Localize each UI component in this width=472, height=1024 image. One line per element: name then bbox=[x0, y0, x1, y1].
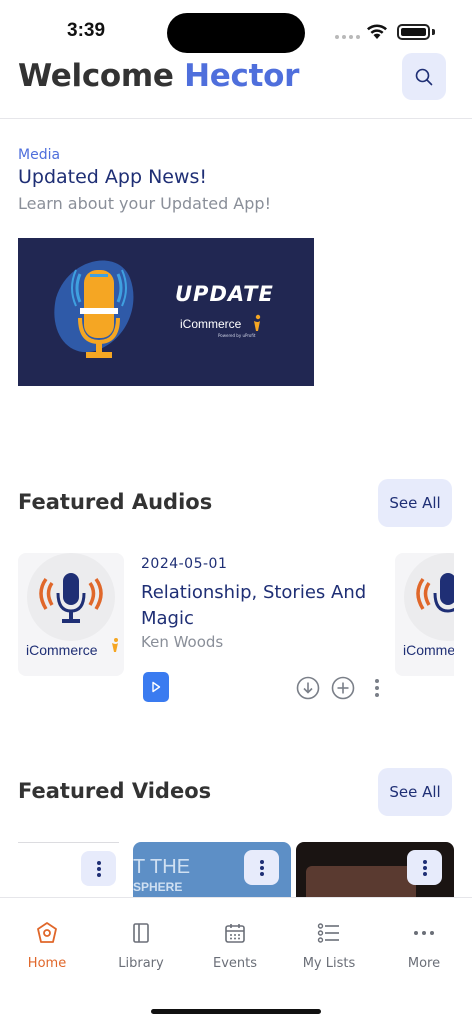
tab-label: My Lists bbox=[302, 956, 356, 971]
status-bar: 3:39 bbox=[0, 0, 472, 56]
microphone-icon bbox=[54, 260, 134, 358]
audio-thumbnail-next[interactable]: iComme bbox=[395, 553, 454, 676]
media-title[interactable]: Updated App News! bbox=[18, 166, 207, 188]
home-indicator bbox=[151, 1009, 321, 1014]
media-category: Media bbox=[18, 147, 61, 163]
search-button[interactable] bbox=[402, 53, 446, 100]
featured-audios-title: Featured Audios bbox=[18, 490, 213, 514]
play-button[interactable] bbox=[143, 672, 169, 702]
audio-thumb-brand-next: iComme bbox=[403, 642, 454, 658]
brand-logo-icon bbox=[112, 638, 118, 652]
add-circle-icon bbox=[331, 676, 355, 700]
tab-bar: Home Library Events My Lists More bbox=[0, 897, 472, 1024]
tab-more[interactable]: More bbox=[376, 898, 472, 988]
signal-icon bbox=[335, 35, 360, 39]
battery-icon bbox=[397, 24, 430, 40]
download-button[interactable] bbox=[296, 676, 320, 700]
banner-brand-sub: Powered by uProfit bbox=[218, 333, 256, 338]
tab-label: Home bbox=[27, 956, 67, 971]
media-banner-image[interactable]: UPDATE iCommerce Powered by uProfit bbox=[18, 238, 314, 386]
video-menu-button[interactable] bbox=[81, 851, 116, 886]
banner-brand: iCommerce bbox=[180, 317, 242, 331]
see-all-audios-button[interactable]: See All bbox=[378, 479, 452, 527]
wifi-icon bbox=[367, 24, 387, 39]
audio-more-button[interactable] bbox=[365, 676, 389, 700]
welcome-prefix: Welcome bbox=[18, 58, 174, 94]
tab-library[interactable]: Library bbox=[94, 898, 188, 988]
video-card[interactable] bbox=[18, 842, 119, 898]
tab-label: More bbox=[407, 956, 441, 971]
media-subtitle: Learn about your Updated App! bbox=[18, 194, 271, 213]
video-card[interactable]: T THE SPHERE bbox=[133, 842, 291, 898]
video-thumb-text: T THE bbox=[133, 856, 191, 878]
vertical-dots-icon bbox=[375, 679, 379, 697]
see-all-videos-button[interactable]: See All bbox=[378, 768, 452, 816]
download-icon bbox=[296, 676, 320, 700]
banner-headline: UPDATE bbox=[175, 282, 274, 306]
more-icon bbox=[411, 920, 437, 946]
podcast-mic-icon bbox=[27, 553, 115, 641]
video-thumb-text: SPHERE bbox=[133, 880, 183, 894]
brand-logo-icon bbox=[254, 314, 261, 331]
tab-label: Events bbox=[212, 956, 257, 971]
podcast-mic-icon bbox=[404, 553, 454, 641]
status-time: 3:39 bbox=[67, 20, 106, 41]
user-name: Hector bbox=[184, 58, 300, 94]
library-icon bbox=[128, 920, 154, 946]
audio-thumb-brand: iCommerce bbox=[26, 642, 98, 658]
play-icon bbox=[152, 681, 161, 693]
header: Welcome Hector bbox=[0, 53, 472, 119]
audio-artist: Ken Woods bbox=[141, 633, 224, 651]
video-menu-button[interactable] bbox=[407, 850, 442, 885]
battery-tip bbox=[432, 29, 435, 35]
video-thumbnail-image bbox=[306, 866, 416, 898]
vertical-dots-icon bbox=[422, 859, 427, 876]
video-card[interactable] bbox=[296, 842, 454, 898]
tab-label: Library bbox=[118, 956, 164, 971]
list-icon bbox=[316, 920, 342, 946]
tab-my-lists[interactable]: My Lists bbox=[282, 898, 376, 988]
search-icon bbox=[415, 68, 433, 85]
tab-events[interactable]: Events bbox=[188, 898, 282, 988]
dynamic-island bbox=[167, 13, 305, 53]
calendar-icon bbox=[222, 920, 248, 946]
featured-videos-title: Featured Videos bbox=[18, 779, 212, 803]
vertical-dots-icon bbox=[96, 860, 101, 877]
page-title: Welcome Hector bbox=[18, 58, 299, 94]
video-menu-button[interactable] bbox=[244, 850, 279, 885]
add-to-list-button[interactable] bbox=[331, 676, 355, 700]
home-icon bbox=[34, 920, 60, 946]
audio-date: 2024-05-01 bbox=[141, 556, 228, 572]
audio-thumbnail[interactable]: iCommerce bbox=[18, 553, 124, 676]
audio-title[interactable]: Relationship, Stories And Magic bbox=[141, 580, 381, 632]
vertical-dots-icon bbox=[259, 859, 264, 876]
tab-home[interactable]: Home bbox=[0, 898, 94, 988]
